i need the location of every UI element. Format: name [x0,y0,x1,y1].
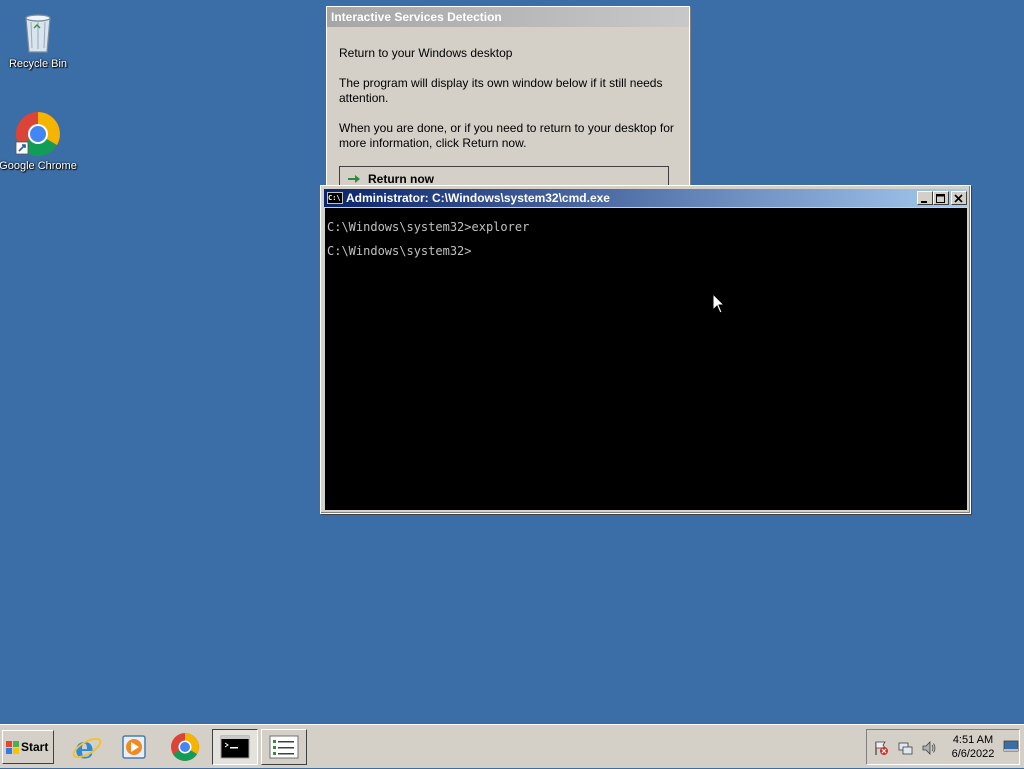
cmd-titlebar[interactable]: C:\ Administrator: C:\Windows\system32\c… [324,189,967,207]
chrome-icon [171,733,199,761]
dialog-paragraph-2: When you are done, or if you need to ret… [339,121,674,150]
desktop-icon-label: Google Chrome [0,160,77,172]
taskbar: Start e 4:51 AM 6/6/2022 [0,724,1024,768]
desktop-icon-recycle-bin[interactable]: Recycle Bin [0,8,78,70]
dialog-paragraph-1: The program will display its own window … [339,76,663,105]
close-icon [954,194,963,203]
desktop-icon-label: Recycle Bin [8,58,68,70]
clock[interactable]: 4:51 AM 6/6/2022 [945,733,1001,761]
desktop: Recycle Bin Google Chrome Interactive Se… [0,0,1024,724]
maximize-button[interactable] [933,191,949,205]
system-tray: 4:51 AM 6/6/2022 [866,729,1020,765]
minimize-icon [921,201,927,203]
mouse-cursor-icon [712,293,726,314]
console-icon [220,735,250,759]
show-desktop-icon[interactable] [1003,738,1019,754]
volume-icon[interactable] [921,740,937,756]
quick-launch-internet-explorer[interactable]: e [70,731,104,766]
taskbar-button-task-manager[interactable] [261,729,307,765]
action-center-flag-icon[interactable] [873,740,889,756]
windows-flag-icon [6,741,19,754]
close-button[interactable] [951,191,967,205]
cmd-app-icon[interactable]: C:\ [327,192,343,204]
return-now-label: Return now [368,172,434,186]
quick-launch-media-player[interactable] [118,731,152,763]
dialog-titlebar[interactable]: Interactive Services Detection [327,7,689,27]
maximize-icon [936,194,945,203]
dialog-heading: Return to your Windows desktop [339,46,513,60]
chrome-icon [14,110,62,158]
list-icon [269,735,299,759]
start-button[interactable]: Start [2,730,54,764]
cmd-window-title: Administrator: C:\Windows\system32\cmd.e… [346,191,610,205]
network-icon[interactable] [897,740,913,756]
console-line: C:\Windows\system32>explorer [327,220,530,234]
green-arrow-icon [348,175,360,183]
recycle-bin-icon [14,8,62,56]
console-line: C:\Windows\system32> [327,244,472,258]
console-output[interactable]: C:\Windows\system32>explorer C:\Windows\s… [325,208,967,510]
taskbar-button-cmd[interactable] [212,729,258,765]
start-label: Start [21,740,49,754]
clock-date: 6/6/2022 [951,748,995,760]
quick-launch-chrome[interactable] [168,731,202,763]
interactive-services-dialog: Interactive Services Detection Return to… [326,6,690,206]
internet-explorer-icon: e [72,731,102,766]
desktop-icon-google-chrome[interactable]: Google Chrome [0,110,78,172]
clock-time: 4:51 AM [952,734,994,746]
cmd-window: C:\ Administrator: C:\Windows\system32\c… [320,185,971,514]
media-player-icon [122,735,146,759]
minimize-button[interactable] [917,191,933,205]
